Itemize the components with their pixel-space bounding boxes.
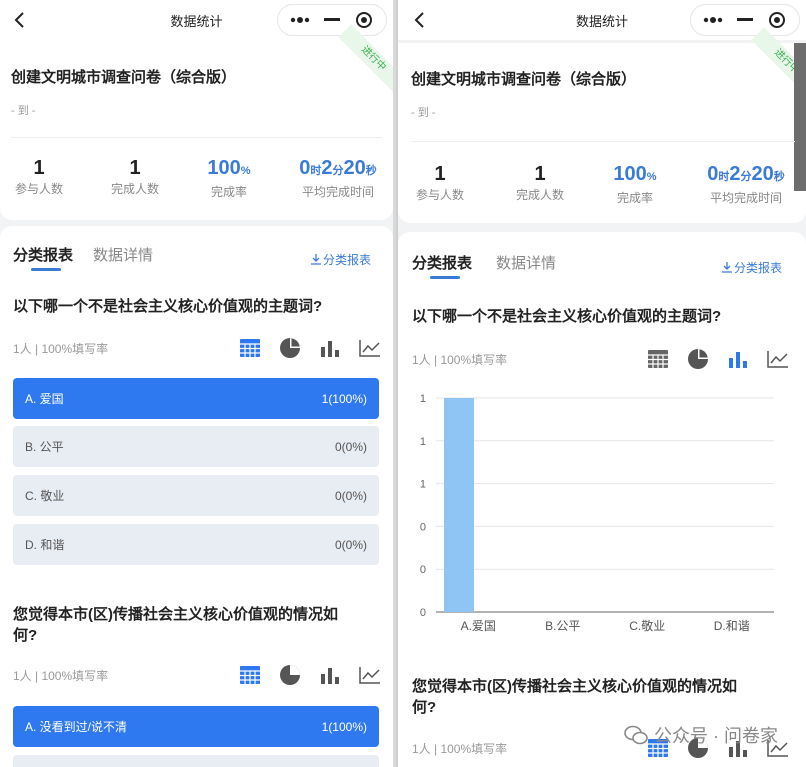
x-tick-label: B.公平 bbox=[545, 619, 580, 632]
stat-completed: 1 完成人数 bbox=[515, 163, 564, 202]
option-b[interactable]: B. 公平 0(0%) bbox=[13, 426, 379, 467]
tab-category-report[interactable]: 分类报表 bbox=[13, 244, 73, 265]
question-2-title: 您觉得本市(区)传播社会主义核心价值观的情况如 何? bbox=[13, 606, 338, 644]
x-tick-label: C.敬业 bbox=[629, 619, 665, 632]
report-card: 分类报表 数据详情 分类报表 以下哪一个不是社会主义核心价值观的主题词? 1人 … bbox=[398, 232, 806, 767]
divider bbox=[11, 137, 382, 138]
more-icon[interactable] bbox=[287, 7, 313, 33]
export-report-button[interactable]: 分类报表 bbox=[311, 251, 371, 268]
chart-bar bbox=[444, 398, 474, 612]
watermark: 公众号 · 问卷家 bbox=[624, 722, 778, 748]
more-icon[interactable] bbox=[700, 7, 726, 33]
stat-completion-rate: 100% 完成率 bbox=[207, 157, 251, 199]
download-icon bbox=[311, 254, 321, 265]
survey-summary-card: 进行中 创建文明城市调查问卷（综合版） - 到 - 1 参与人数 1 完成人数 … bbox=[0, 24, 393, 220]
y-tick-label: 1 bbox=[420, 436, 426, 448]
stat-avg-time: 0时2分20秒 平均完成时间 bbox=[707, 163, 785, 205]
question-2-view-switcher bbox=[238, 663, 382, 687]
minimize-icon[interactable] bbox=[319, 7, 345, 33]
line-view-icon[interactable] bbox=[358, 336, 382, 360]
right-screen: 数据统计 进行中 创建文明城市调查问卷（综合版） - 到 - 1 参与人数 1 … bbox=[396, 0, 806, 767]
close-target-icon[interactable] bbox=[764, 7, 790, 33]
option-d[interactable]: D. 和谐 0(0%) bbox=[13, 524, 379, 565]
page-title: 数据统计 bbox=[575, 13, 628, 29]
tab-underline bbox=[31, 268, 61, 271]
page-title: 数据统计 bbox=[170, 13, 223, 29]
pie-view-icon[interactable] bbox=[278, 663, 302, 687]
mini-program-capsule bbox=[277, 4, 387, 36]
y-tick-label: 0 bbox=[420, 564, 426, 576]
x-tick-label: A.爱国 bbox=[461, 619, 496, 632]
report-card: 分类报表 数据详情 分类报表 以下哪一个不是社会主义核心价值观的主题词? 1人 … bbox=[0, 226, 393, 767]
table-view-icon[interactable] bbox=[238, 336, 262, 360]
y-tick-label: 1 bbox=[420, 479, 426, 491]
download-icon bbox=[722, 262, 732, 273]
stat-completed: 1 完成人数 bbox=[110, 157, 159, 196]
tab-data-details[interactable]: 数据详情 bbox=[496, 252, 556, 273]
back-icon[interactable] bbox=[408, 8, 432, 32]
y-tick-label: 0 bbox=[420, 521, 426, 533]
table-view-icon[interactable] bbox=[238, 663, 262, 687]
bar-view-icon[interactable] bbox=[318, 663, 342, 687]
wechat-icon bbox=[624, 725, 648, 745]
option-a[interactable]: A. 没看到过/说不清 1(100%) bbox=[13, 706, 379, 747]
survey-summary-card: 进行中 创建文明城市调查问卷（综合版） - 到 - 1 参与人数 1 完成人数 … bbox=[398, 27, 806, 223]
survey-date-range: - 到 - bbox=[11, 105, 36, 117]
bar-chart: 1 1 1 0 0 0 A.爱国 B.公平 C.敬业 D.和谐 bbox=[420, 393, 774, 632]
mini-program-capsule bbox=[690, 4, 800, 36]
question-1-view-switcher bbox=[646, 347, 790, 371]
export-report-button[interactable]: 分类报表 bbox=[722, 259, 782, 276]
tab-category-report[interactable]: 分类报表 bbox=[412, 252, 472, 273]
tab-data-details[interactable]: 数据详情 bbox=[93, 244, 153, 265]
line-view-icon[interactable] bbox=[766, 347, 790, 371]
divider bbox=[411, 141, 795, 142]
question-1-view-switcher bbox=[238, 336, 382, 360]
back-icon[interactable] bbox=[8, 8, 32, 32]
scrollbar[interactable] bbox=[794, 43, 806, 191]
survey-title: 创建文明城市调查问卷（综合版） bbox=[11, 69, 237, 86]
x-tick-label: D.和谐 bbox=[714, 619, 750, 632]
table-view-icon[interactable] bbox=[646, 347, 670, 371]
question-2-title: 您觉得本市(区)传播社会主义核心价值观的情况如 何? bbox=[412, 678, 737, 716]
line-view-icon[interactable] bbox=[358, 663, 382, 687]
pie-view-icon[interactable] bbox=[686, 347, 710, 371]
screenshot-stage: 数据统计 进行中 创建文明城市调查问卷（综合版） - 到 - 1 参与人数 1 … bbox=[0, 0, 806, 767]
option-b[interactable] bbox=[13, 755, 379, 767]
minimize-icon[interactable] bbox=[732, 7, 758, 33]
question-1-title: 以下哪一个不是社会主义核心价值观的主题词? bbox=[13, 298, 323, 315]
nav-bar: 数据统计 bbox=[0, 0, 393, 40]
pie-view-icon[interactable] bbox=[278, 336, 302, 360]
stat-participants: 1 参与人数 bbox=[415, 163, 464, 202]
bar-view-icon[interactable] bbox=[318, 336, 342, 360]
question-1-meta: 1人 | 100%填写率 bbox=[412, 353, 508, 367]
question-2-meta: 1人 | 100%填写率 bbox=[412, 742, 508, 756]
question-2-meta: 1人 | 100%填写率 bbox=[13, 669, 109, 683]
y-tick-label: 0 bbox=[420, 607, 426, 619]
bar-view-icon[interactable] bbox=[726, 347, 750, 371]
tab-underline bbox=[430, 276, 460, 279]
option-a[interactable]: A. 爱国 1(100%) bbox=[13, 378, 379, 419]
option-c[interactable]: C. 敬业 0(0%) bbox=[13, 475, 379, 516]
question-1-meta: 1人 | 100%填写率 bbox=[13, 342, 109, 356]
nav-bar: 数据统计 bbox=[398, 0, 806, 40]
y-tick-label: 1 bbox=[420, 393, 426, 405]
left-screen: 数据统计 进行中 创建文明城市调查问卷（综合版） - 到 - 1 参与人数 1 … bbox=[0, 0, 393, 767]
survey-date-range: - 到 - bbox=[411, 107, 436, 119]
survey-title: 创建文明城市调查问卷（综合版） bbox=[411, 71, 637, 88]
stat-completion-rate: 100% 完成率 bbox=[613, 163, 657, 205]
question-1-title: 以下哪一个不是社会主义核心价值观的主题词? bbox=[412, 308, 722, 325]
stat-participants: 1 参与人数 bbox=[14, 157, 63, 196]
stat-avg-time: 0时2分20秒 平均完成时间 bbox=[299, 157, 377, 199]
